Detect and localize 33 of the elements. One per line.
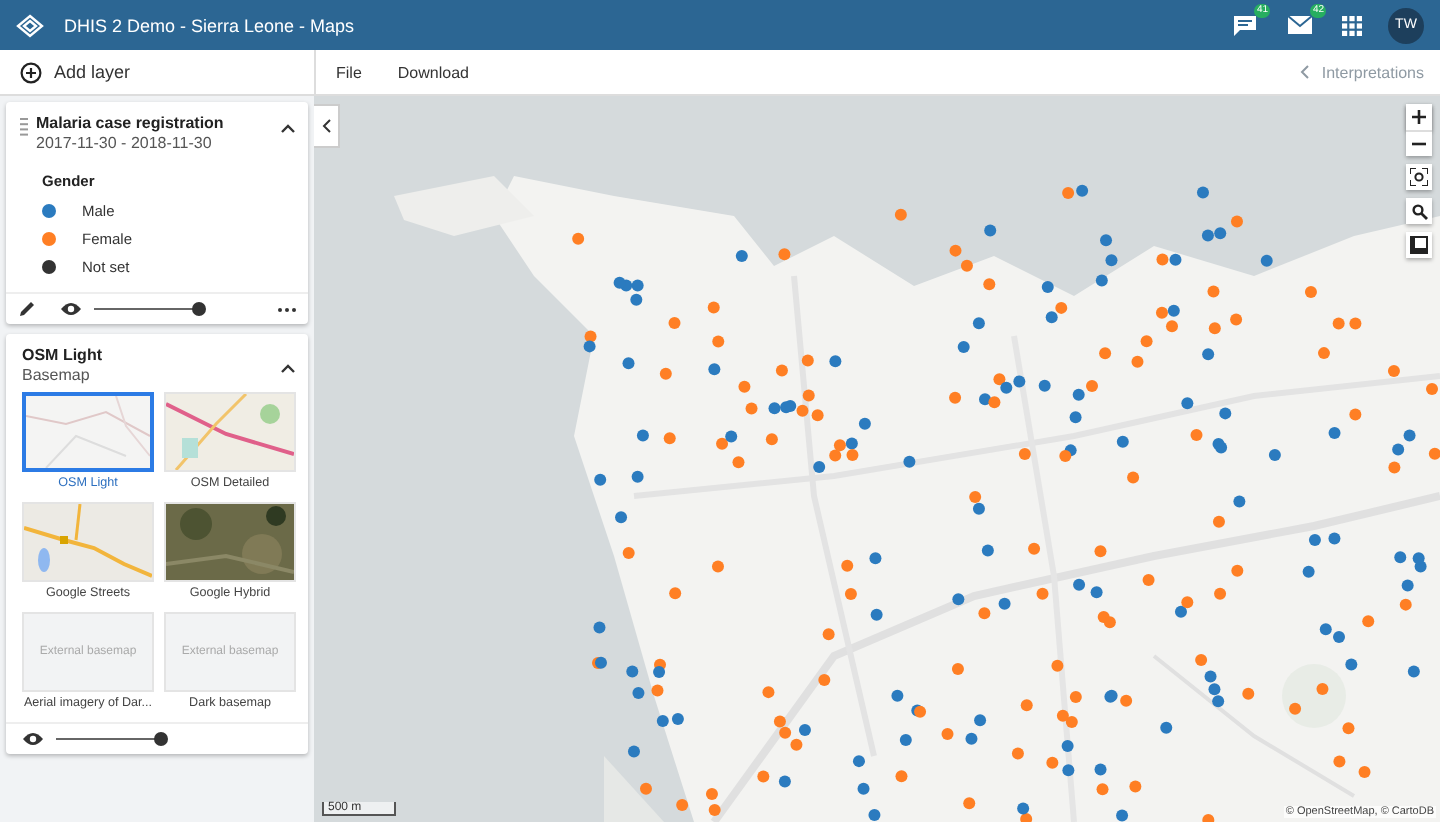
chevron-left-icon — [1299, 64, 1310, 80]
basemap-title: OSM Light — [22, 346, 104, 364]
plus-circle-icon — [20, 61, 42, 83]
search-icon — [1411, 203, 1427, 219]
edit-icon[interactable] — [18, 300, 36, 318]
chevron-left-icon — [321, 118, 331, 134]
layout-icon — [1410, 236, 1428, 254]
visibility-icon[interactable] — [22, 732, 44, 746]
menu-item[interactable]: Download — [377, 50, 485, 94]
layer-title: Malaria case registration — [36, 114, 226, 132]
slider-thumb[interactable] — [153, 732, 167, 746]
slider-thumb[interactable] — [191, 302, 205, 316]
chevron-icon[interactable] — [280, 362, 296, 374]
chevron-icon[interactable] — [280, 122, 296, 134]
chat-icon[interactable] — [1233, 15, 1255, 35]
fullscreen-button[interactable] — [1406, 232, 1432, 258]
basemap-subtitle: Basemap — [22, 366, 92, 384]
apps-grid-icon[interactable] — [1342, 15, 1362, 35]
zoom-out-button[interactable] — [1406, 130, 1432, 156]
minus-icon — [1412, 142, 1426, 146]
mail-icon[interactable] — [1288, 16, 1312, 34]
zoom-in-button[interactable] — [1406, 104, 1432, 130]
plus-icon — [1412, 110, 1426, 124]
drag-handle-icon[interactable] — [20, 118, 28, 138]
menu-item[interactable]: File — [316, 50, 378, 94]
app-logo-icon[interactable] — [16, 13, 44, 37]
collapse-panel-button[interactable] — [314, 104, 340, 148]
visibility-icon[interactable] — [60, 302, 82, 316]
app-title: DHIS 2 Demo - Sierra Leone - Maps — [64, 15, 357, 35]
layer-period: 2017-11-30 - 2018-11-30 — [36, 134, 214, 152]
focus-icon — [1410, 168, 1428, 186]
search-button[interactable] — [1406, 198, 1432, 224]
fit-bounds-button[interactable] — [1406, 164, 1432, 190]
